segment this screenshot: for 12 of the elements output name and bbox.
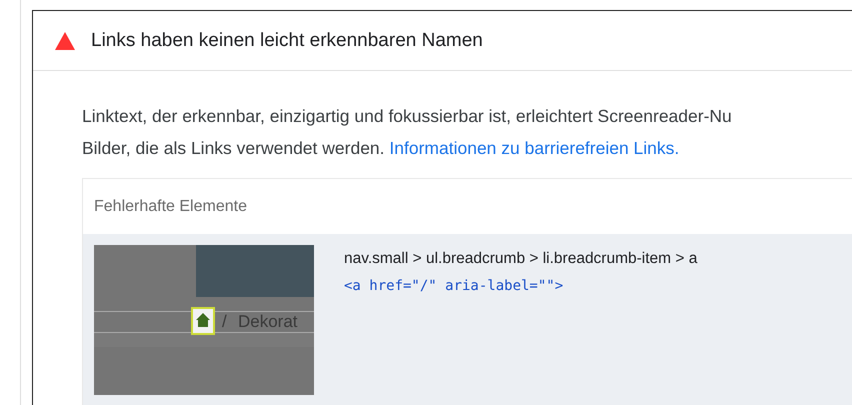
info-link[interactable]: Informationen zu barrierefreien Links. xyxy=(389,138,680,158)
breadcrumb-separator: / xyxy=(222,313,227,331)
css-selector: nav.small > ul.breadcrumb > li.breadcrumb-item > a xyxy=(344,250,698,268)
warning-triangle-icon xyxy=(55,32,75,50)
audit-header[interactable]: Links haben keinen leicht erkennbaren Namen xyxy=(33,11,852,71)
description-text: Linktext, der erkennbar, einzigartig und fokussierbar ist, erleichtert Screenreader-Nu xyxy=(82,106,732,126)
home-icon xyxy=(191,307,215,335)
html-snippet: <a href="/" aria-label=""> xyxy=(344,278,564,294)
panel-heading: Fehlerhafte Elemente xyxy=(94,198,247,216)
description-text: Bilder, die als Links verwendet werden. xyxy=(82,138,385,158)
audit-title: Links haben keinen leicht erkennbaren Namen xyxy=(91,30,483,52)
breadcrumb-text: Dekorat xyxy=(238,313,299,331)
